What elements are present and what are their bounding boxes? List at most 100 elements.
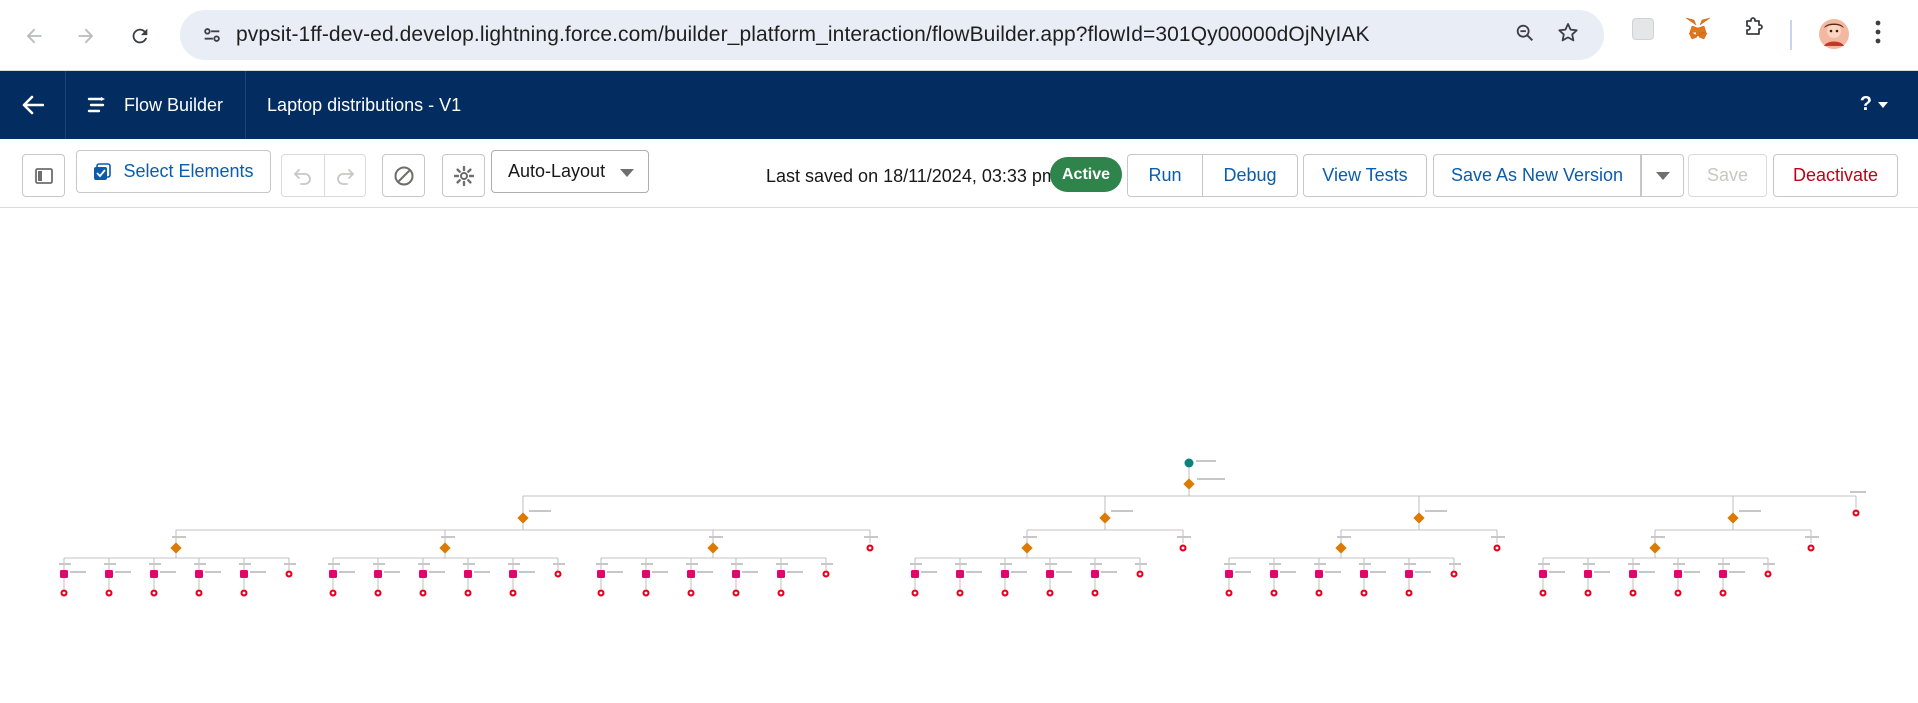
action-node[interactable] bbox=[509, 570, 517, 578]
error-check-button[interactable] bbox=[382, 154, 425, 197]
decision-node[interactable] bbox=[1649, 542, 1661, 554]
action-node[interactable] bbox=[419, 570, 427, 578]
zoom-icon[interactable] bbox=[1514, 22, 1536, 49]
end-node-core[interactable] bbox=[1495, 546, 1499, 550]
browser-back-icon[interactable] bbox=[12, 14, 56, 58]
end-node-core[interactable] bbox=[511, 591, 515, 595]
address-bar[interactable]: pvpsit-1ff-dev-ed.develop.lightning.forc… bbox=[180, 10, 1604, 60]
debug-button[interactable]: Debug bbox=[1202, 154, 1298, 197]
end-node-core[interactable] bbox=[1766, 572, 1770, 576]
decision-node[interactable] bbox=[1413, 512, 1425, 524]
action-node[interactable] bbox=[1001, 570, 1009, 578]
end-node-core[interactable] bbox=[1138, 572, 1142, 576]
action-node[interactable] bbox=[911, 570, 919, 578]
redo-button[interactable] bbox=[325, 154, 366, 197]
save-options-dropdown-button[interactable] bbox=[1641, 154, 1684, 197]
save-as-new-version-button[interactable]: Save As New Version bbox=[1433, 154, 1641, 197]
action-node[interactable] bbox=[329, 570, 337, 578]
run-button[interactable]: Run bbox=[1127, 154, 1203, 197]
site-info-icon[interactable] bbox=[194, 24, 230, 46]
action-node[interactable] bbox=[1091, 570, 1099, 578]
end-node-core[interactable] bbox=[421, 591, 425, 595]
decision-node[interactable] bbox=[439, 542, 451, 554]
end-node-core[interactable] bbox=[1003, 591, 1007, 595]
end-node-core[interactable] bbox=[599, 591, 603, 595]
end-node-core[interactable] bbox=[242, 591, 246, 595]
end-node-core[interactable] bbox=[107, 591, 111, 595]
action-node[interactable] bbox=[1674, 570, 1682, 578]
action-node[interactable] bbox=[1629, 570, 1637, 578]
end-node-core[interactable] bbox=[1362, 591, 1366, 595]
action-node[interactable] bbox=[1584, 570, 1592, 578]
browser-menu-kebab-icon[interactable] bbox=[1874, 18, 1882, 46]
end-node-core[interactable] bbox=[556, 572, 560, 576]
end-node-core[interactable] bbox=[1227, 591, 1231, 595]
end-node-core[interactable] bbox=[734, 591, 738, 595]
end-node-core[interactable] bbox=[1809, 546, 1813, 550]
end-node-core[interactable] bbox=[1093, 591, 1097, 595]
end-node-core[interactable] bbox=[1854, 511, 1858, 515]
end-node-core[interactable] bbox=[1181, 546, 1185, 550]
extensions-puzzle-icon[interactable] bbox=[1742, 16, 1766, 40]
end-node-core[interactable] bbox=[779, 591, 783, 595]
end-node-core[interactable] bbox=[1317, 591, 1321, 595]
end-node-core[interactable] bbox=[1407, 591, 1411, 595]
action-node[interactable] bbox=[464, 570, 472, 578]
end-node-core[interactable] bbox=[152, 591, 156, 595]
end-node-core[interactable] bbox=[1272, 591, 1276, 595]
end-node-core[interactable] bbox=[197, 591, 201, 595]
flow-diagram[interactable] bbox=[0, 208, 1918, 703]
end-node-core[interactable] bbox=[689, 591, 693, 595]
action-node[interactable] bbox=[1046, 570, 1054, 578]
back-arrow-icon[interactable] bbox=[0, 71, 66, 139]
action-node[interactable] bbox=[642, 570, 650, 578]
action-node[interactable] bbox=[732, 570, 740, 578]
end-node-core[interactable] bbox=[913, 591, 917, 595]
decision-node[interactable] bbox=[1099, 512, 1111, 524]
toggle-panel-button[interactable] bbox=[22, 154, 65, 197]
decision-node[interactable] bbox=[1335, 542, 1347, 554]
action-node[interactable] bbox=[597, 570, 605, 578]
action-node[interactable] bbox=[1539, 570, 1547, 578]
action-node[interactable] bbox=[374, 570, 382, 578]
select-elements-button[interactable]: Select Elements bbox=[76, 150, 271, 193]
action-node[interactable] bbox=[60, 570, 68, 578]
action-node[interactable] bbox=[1315, 570, 1323, 578]
action-node[interactable] bbox=[150, 570, 158, 578]
decision-node[interactable] bbox=[170, 542, 182, 554]
end-node-core[interactable] bbox=[1676, 591, 1680, 595]
end-node-core[interactable] bbox=[1586, 591, 1590, 595]
decision-node[interactable] bbox=[1021, 542, 1033, 554]
metamask-fox-icon[interactable] bbox=[1684, 16, 1712, 42]
decision-node[interactable] bbox=[1727, 512, 1739, 524]
action-node[interactable] bbox=[1270, 570, 1278, 578]
end-node-core[interactable] bbox=[287, 572, 291, 576]
action-node[interactable] bbox=[687, 570, 695, 578]
browser-forward-icon[interactable] bbox=[64, 14, 108, 58]
end-node-core[interactable] bbox=[1631, 591, 1635, 595]
end-node-core[interactable] bbox=[1452, 572, 1456, 576]
action-node[interactable] bbox=[1360, 570, 1368, 578]
end-node-core[interactable] bbox=[1541, 591, 1545, 595]
end-node-core[interactable] bbox=[1048, 591, 1052, 595]
action-node[interactable] bbox=[1719, 570, 1727, 578]
end-node-core[interactable] bbox=[466, 591, 470, 595]
action-node[interactable] bbox=[956, 570, 964, 578]
action-node[interactable] bbox=[195, 570, 203, 578]
start-node[interactable] bbox=[1184, 458, 1194, 468]
flow-canvas[interactable] bbox=[0, 208, 1918, 703]
end-node-core[interactable] bbox=[1721, 591, 1725, 595]
end-node-core[interactable] bbox=[331, 591, 335, 595]
browser-reload-icon[interactable] bbox=[118, 14, 162, 58]
layout-mode-select[interactable]: Auto-Layout bbox=[491, 150, 649, 193]
end-node-core[interactable] bbox=[958, 591, 962, 595]
end-node-core[interactable] bbox=[868, 546, 872, 550]
help-menu-button[interactable]: ? bbox=[1860, 93, 1888, 116]
extension-grey-icon[interactable] bbox=[1632, 18, 1654, 40]
settings-button[interactable] bbox=[442, 154, 485, 197]
end-node-core[interactable] bbox=[376, 591, 380, 595]
decision-node[interactable] bbox=[707, 542, 719, 554]
profile-avatar[interactable] bbox=[1818, 18, 1850, 50]
action-node[interactable] bbox=[105, 570, 113, 578]
action-node[interactable] bbox=[1405, 570, 1413, 578]
